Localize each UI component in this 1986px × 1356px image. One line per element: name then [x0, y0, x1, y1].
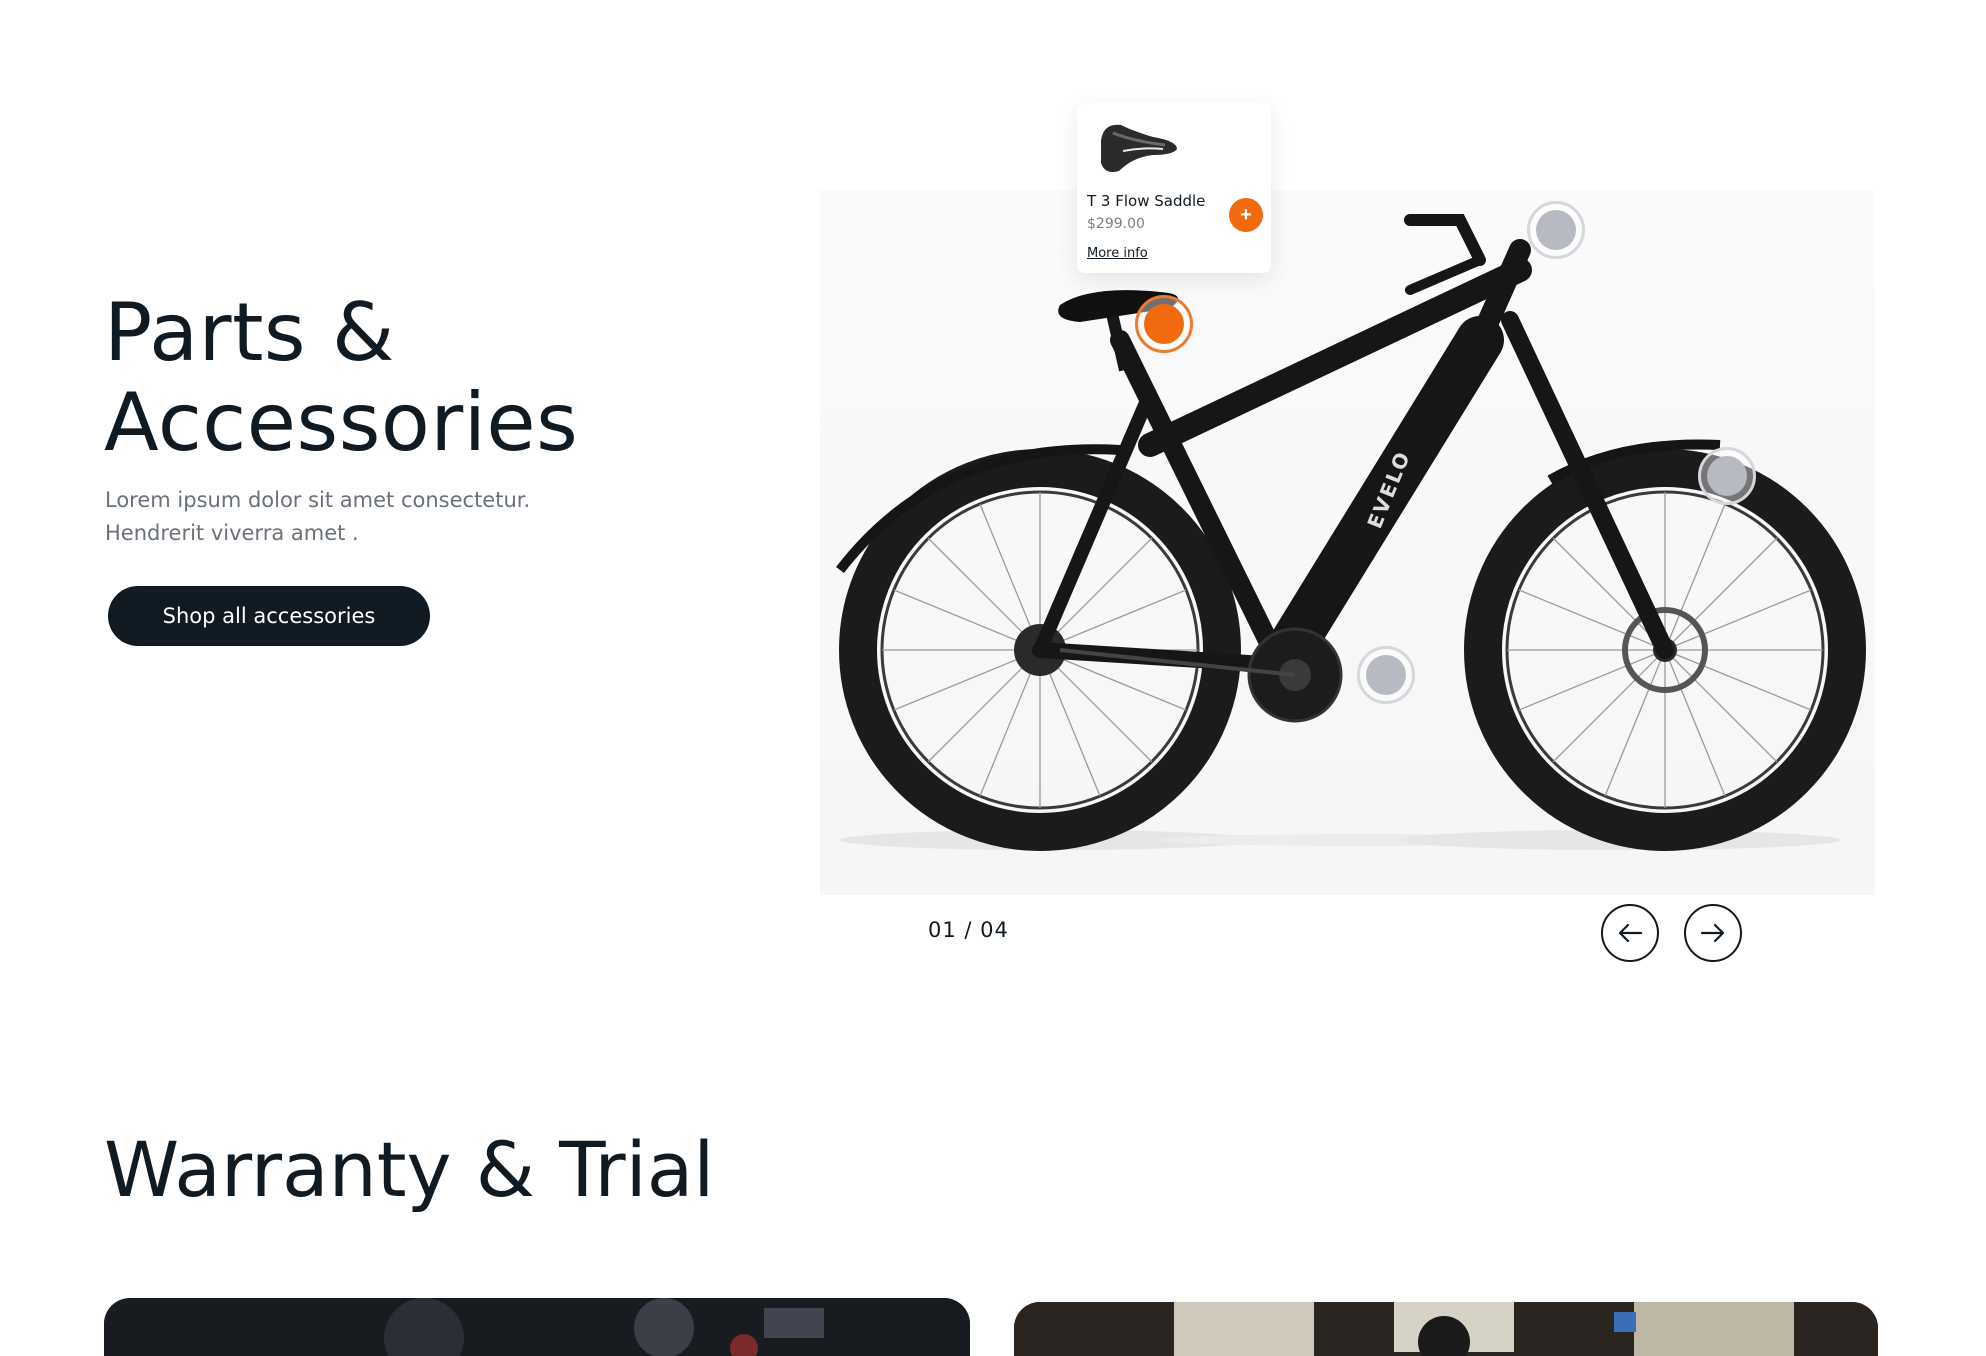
slide-counter: 01 / 04 — [928, 918, 1009, 942]
product-showcase: EVELO — [820, 190, 1875, 895]
hotspot-front-wheel[interactable] — [1698, 447, 1756, 505]
hotspot-saddle[interactable] — [1135, 295, 1193, 353]
next-slide-button[interactable] — [1684, 904, 1742, 962]
saddle-thumbnail-image — [1101, 124, 1177, 172]
arrow-right-icon — [1700, 923, 1725, 943]
hotspot-handlebar[interactable] — [1527, 201, 1585, 259]
section-title-warranty: Warranty & Trial — [104, 1125, 715, 1214]
more-info-link[interactable]: More info — [1087, 246, 1148, 261]
add-to-cart-button[interactable]: + — [1229, 198, 1263, 232]
trial-card-image[interactable] — [1014, 1302, 1878, 1356]
arrow-left-icon — [1618, 923, 1643, 943]
warranty-card-image[interactable] — [104, 1298, 970, 1356]
title-line-1: Parts & — [104, 286, 395, 379]
title-line-2: Accessories — [104, 376, 579, 469]
page-title: Parts & Accessories — [104, 288, 664, 468]
plus-icon: + — [1240, 203, 1252, 226]
hero-description: Lorem ipsum dolor sit amet consectetur. … — [105, 484, 565, 550]
description-line-2: Hendrerit viverra amet . — [105, 521, 359, 545]
card-photo — [104, 1298, 970, 1356]
description-line-1: Lorem ipsum dolor sit amet consectetur. — [105, 488, 531, 512]
bike-image: EVELO — [836, 214, 1866, 851]
product-popup-card: T 3 Flow Saddle $299.00 More info + — [1077, 103, 1271, 273]
hotspot-motor[interactable] — [1357, 646, 1415, 704]
shop-all-accessories-button[interactable]: Shop all accessories — [108, 586, 430, 646]
product-price: $299.00 — [1087, 216, 1145, 232]
product-name: T 3 Flow Saddle — [1087, 192, 1206, 210]
card-photo — [1014, 1302, 1878, 1356]
previous-slide-button[interactable] — [1601, 904, 1659, 962]
